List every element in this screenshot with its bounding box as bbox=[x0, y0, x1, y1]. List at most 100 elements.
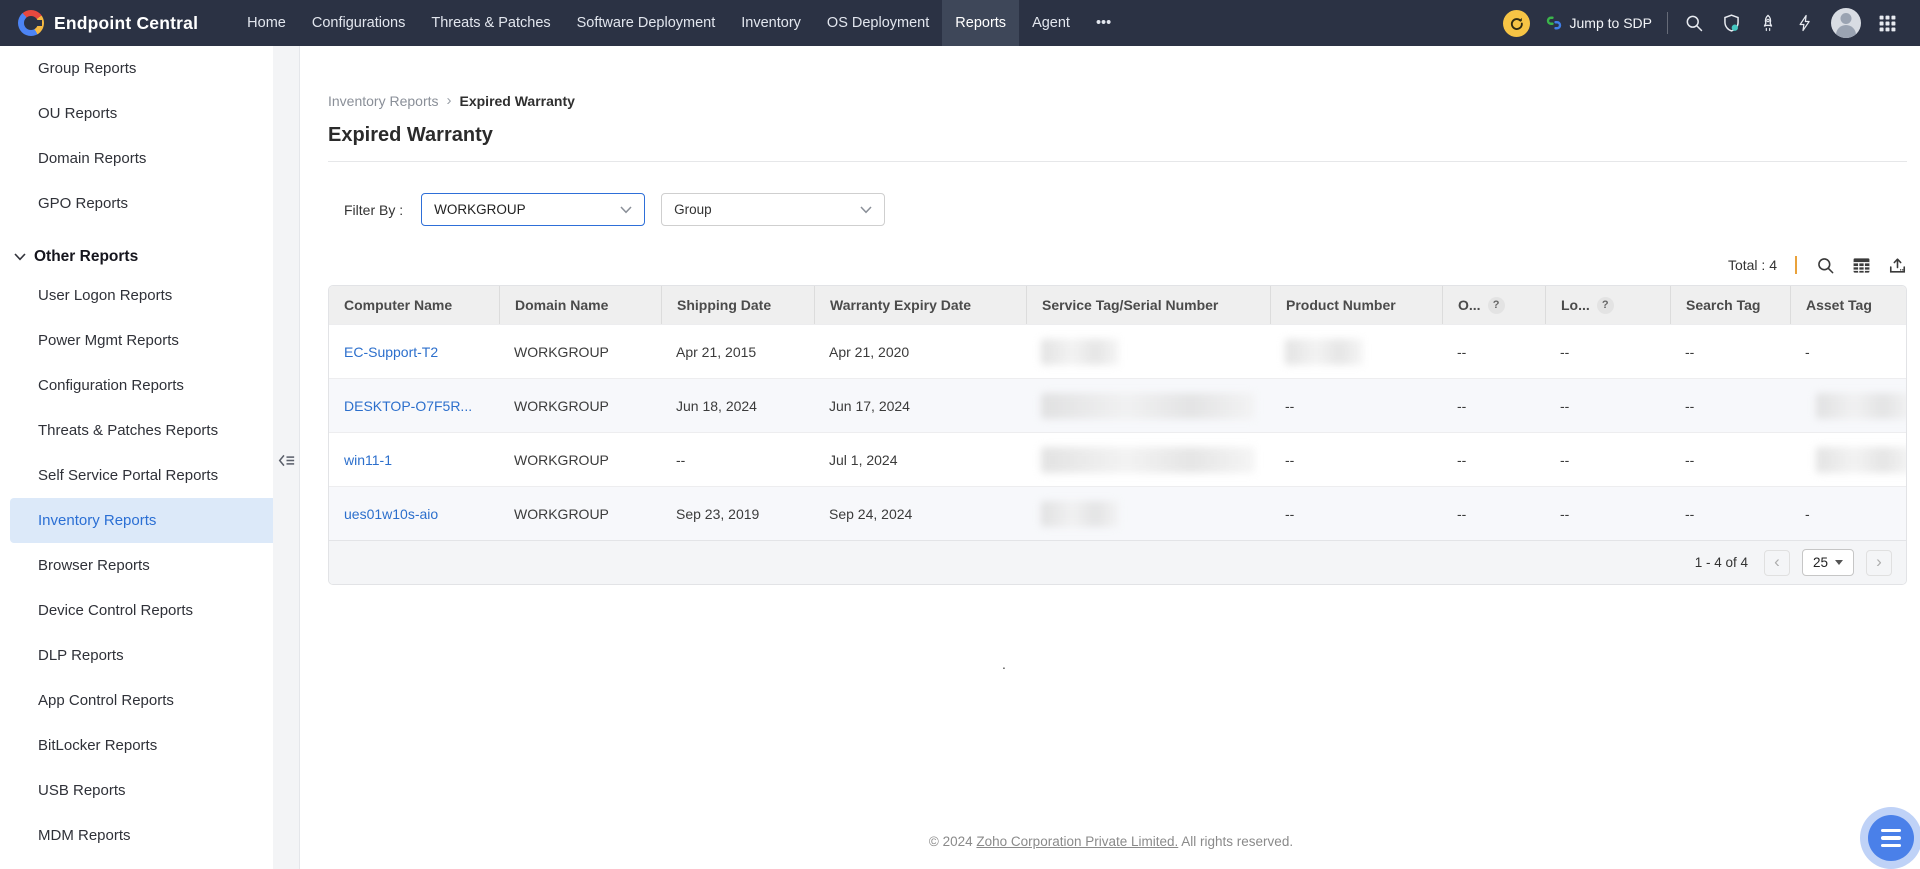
sidebar-collapse-icon[interactable] bbox=[276, 450, 296, 470]
page-title: Expired Warranty bbox=[328, 124, 493, 146]
search-tag-cell: -- bbox=[1685, 397, 1695, 414]
search-icon[interactable] bbox=[1683, 12, 1705, 34]
sidebar-item-inventory-reports[interactable]: Inventory Reports bbox=[10, 498, 273, 543]
breadcrumb-current: Expired Warranty bbox=[459, 92, 575, 109]
column-header-shipping-date[interactable]: Shipping Date bbox=[661, 286, 814, 324]
redacted-value bbox=[1816, 446, 1906, 473]
chevron-down-icon bbox=[860, 205, 872, 213]
quick-actions-flash-icon[interactable] bbox=[1794, 12, 1816, 34]
product-number-cell: -- bbox=[1285, 505, 1295, 522]
column-header-domain-name[interactable]: Domain Name bbox=[499, 286, 661, 324]
computer-name-link[interactable]: DESKTOP-O7F5R... bbox=[344, 398, 472, 414]
nav-item-inventory[interactable]: Inventory bbox=[728, 0, 814, 46]
floating-menu-button[interactable] bbox=[1868, 815, 1914, 861]
shipping-date-cell: -- bbox=[676, 451, 686, 468]
warranty-expiry-cell: Jul 1, 2024 bbox=[829, 451, 898, 468]
user-avatar[interactable] bbox=[1831, 8, 1861, 38]
column-header-product-number[interactable]: Product Number bbox=[1270, 286, 1442, 324]
nav-item-agent[interactable]: Agent bbox=[1019, 0, 1083, 46]
table-search-icon[interactable] bbox=[1815, 255, 1835, 275]
sidebar-item-threats-patches-reports[interactable]: Threats & Patches Reports bbox=[0, 408, 299, 453]
column-header-o-truncated[interactable]: O... ? bbox=[1442, 286, 1545, 324]
sidebar-item-domain-reports[interactable]: Domain Reports bbox=[0, 136, 299, 181]
sidebar-item-device-control-reports[interactable]: Device Control Reports bbox=[0, 588, 299, 633]
prev-page-button[interactable]: ‹ bbox=[1764, 549, 1790, 576]
apps-grid-icon[interactable] bbox=[1876, 12, 1898, 34]
next-page-button[interactable]: › bbox=[1866, 549, 1892, 576]
nav-item-more[interactable]: ••• bbox=[1083, 0, 1124, 46]
nav-item-configurations[interactable]: Configurations bbox=[299, 0, 419, 46]
nav-item-home[interactable]: Home bbox=[234, 0, 299, 46]
app-body: Group Reports OU Reports Domain Reports … bbox=[0, 46, 1920, 869]
sidebar-item-user-logon-reports[interactable]: User Logon Reports bbox=[0, 273, 299, 318]
nav-item-software-deployment[interactable]: Software Deployment bbox=[564, 0, 729, 46]
reports-sidebar: Group Reports OU Reports Domain Reports … bbox=[0, 46, 300, 869]
redacted-value bbox=[1816, 392, 1906, 419]
sidebar-item-app-control-reports[interactable]: App Control Reports bbox=[0, 678, 299, 723]
computer-name-link[interactable]: win11-1 bbox=[344, 452, 392, 468]
sidebar-item-power-mgmt-reports[interactable]: Power Mgmt Reports bbox=[0, 318, 299, 363]
main-nav: Home Configurations Threats & Patches So… bbox=[234, 0, 1124, 46]
sidebar-item-ou-reports[interactable]: OU Reports bbox=[0, 91, 299, 136]
zoho-corporation-link[interactable]: Zoho Corporation Private Limited. bbox=[976, 834, 1178, 849]
column-chooser-icon[interactable] bbox=[1851, 255, 1871, 275]
computer-name-link[interactable]: ues01w10s-aio bbox=[344, 506, 438, 522]
endpoint-central-logo[interactable]: Endpoint Central bbox=[18, 10, 198, 36]
sidebar-section-other-reports[interactable]: Other Reports bbox=[0, 240, 299, 273]
nav-item-reports[interactable]: Reports bbox=[942, 0, 1020, 46]
sidebar-item-configuration-reports[interactable]: Configuration Reports bbox=[0, 363, 299, 408]
nav-item-os-deployment[interactable]: OS Deployment bbox=[814, 0, 942, 46]
security-shield-icon[interactable] bbox=[1720, 12, 1742, 34]
footer-copyright-prefix: © 2024 bbox=[928, 834, 973, 849]
sidebar-item-mdm-reports[interactable]: MDM Reports bbox=[0, 813, 299, 858]
group-dropdown[interactable]: Group bbox=[661, 193, 886, 226]
export-icon[interactable] bbox=[1887, 255, 1907, 275]
sidebar-item-group-reports[interactable]: Group Reports bbox=[0, 46, 299, 91]
title-divider bbox=[328, 161, 1907, 162]
sidebar-item-dlp-reports[interactable]: DLP Reports bbox=[0, 633, 299, 678]
breadcrumb-parent[interactable]: Inventory Reports bbox=[328, 93, 439, 109]
column-header-warranty-expiry-date[interactable]: Warranty Expiry Date bbox=[814, 286, 1026, 324]
refresh-icon[interactable] bbox=[1502, 9, 1530, 37]
sidebar-item-browser-reports[interactable]: Browser Reports bbox=[0, 543, 299, 588]
top-navigation-bar: Endpoint Central Home Configurations Thr… bbox=[0, 0, 1920, 46]
sidebar-item-gpo-reports[interactable]: GPO Reports bbox=[0, 181, 299, 226]
table-toolbar: Total : 4 bbox=[328, 253, 1907, 277]
page-size-value: 25 bbox=[1812, 555, 1829, 570]
sidebar-item-bitlocker-reports[interactable]: BitLocker Reports bbox=[0, 723, 299, 768]
help-icon[interactable]: ? bbox=[1487, 296, 1505, 314]
column-header-search-tag[interactable]: Search Tag bbox=[1670, 286, 1790, 324]
caret-down-icon bbox=[1835, 560, 1844, 565]
stray-dot: . bbox=[1002, 656, 1006, 672]
column-header-computer-name[interactable]: Computer Name bbox=[329, 286, 499, 324]
column-header-lo-truncated[interactable]: Lo... ? bbox=[1545, 286, 1670, 324]
topbar-right-cluster: Jump to SDP bbox=[1502, 8, 1898, 38]
scope-dropdown[interactable]: WORKGROUP bbox=[421, 193, 646, 226]
product-number-cell: -- bbox=[1285, 451, 1295, 468]
column-header-asset-tag[interactable]: Asset Tag bbox=[1790, 286, 1906, 324]
redacted-value bbox=[1285, 338, 1363, 365]
computer-name-link[interactable]: EC-Support-T2 bbox=[344, 344, 438, 360]
product-number-cell: -- bbox=[1285, 397, 1295, 414]
warranty-expiry-cell: Jun 17, 2024 bbox=[829, 397, 910, 414]
help-icon[interactable]: ? bbox=[1596, 296, 1614, 314]
topbar-divider bbox=[1667, 12, 1668, 34]
sidebar-item-usb-reports[interactable]: USB Reports bbox=[0, 768, 299, 813]
shipping-date-cell: Sep 23, 2019 bbox=[676, 505, 760, 522]
toolbar-divider bbox=[1795, 256, 1797, 274]
lo-cell: -- bbox=[1560, 505, 1570, 522]
lo-cell: -- bbox=[1560, 451, 1570, 468]
table-row: EC-Support-T2 WORKGROUP Apr 21, 2015 Apr… bbox=[329, 324, 1906, 378]
service-tag-cell bbox=[1026, 433, 1270, 486]
table-body: EC-Support-T2 WORKGROUP Apr 21, 2015 Apr… bbox=[329, 324, 1906, 540]
o-cell: -- bbox=[1457, 343, 1467, 360]
o-cell: -- bbox=[1457, 397, 1467, 414]
jump-to-sdp-button[interactable]: Jump to SDP bbox=[1545, 14, 1652, 32]
sidebar-section-label: Other Reports bbox=[34, 248, 139, 265]
column-header-service-tag[interactable]: Service Tag/Serial Number bbox=[1026, 286, 1270, 324]
whats-new-rocket-icon[interactable] bbox=[1757, 12, 1779, 34]
page-size-select[interactable]: 25 bbox=[1802, 549, 1854, 576]
nav-item-threats-patches[interactable]: Threats & Patches bbox=[418, 0, 563, 46]
sidebar-item-self-service-portal-reports[interactable]: Self Service Portal Reports bbox=[0, 453, 299, 498]
service-tag-cell bbox=[1026, 379, 1270, 432]
